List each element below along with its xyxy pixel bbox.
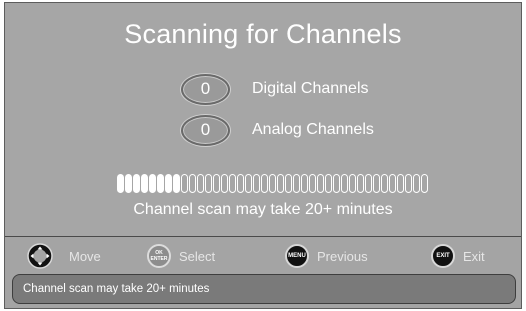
- hint-move-label: Move: [69, 248, 101, 264]
- analog-count-row: 0 Analog Channels: [181, 114, 374, 146]
- digital-count-label: Digital Channels: [252, 80, 369, 97]
- progress-segment-empty: [237, 174, 244, 193]
- progress-segment-empty: [269, 174, 276, 193]
- hint-previous-label: Previous: [317, 248, 368, 264]
- progress-segment-empty: [309, 174, 316, 193]
- hint-select: OK ENTER Select: [147, 243, 215, 269]
- digital-count-row: 0 Digital Channels: [181, 73, 369, 105]
- progress-segment-empty: [421, 174, 428, 193]
- progress-segment-empty: [389, 174, 396, 193]
- progress-segment-empty: [317, 174, 324, 193]
- ok-enter-button-icon: OK ENTER: [147, 244, 171, 268]
- analog-count-label: Analog Channels: [252, 121, 374, 138]
- progress-segment-empty: [285, 174, 292, 193]
- progress-segment-empty: [205, 174, 212, 193]
- scan-duration-note: Channel scan may take 20+ minutes: [133, 201, 393, 218]
- progress-segment-empty: [301, 174, 308, 193]
- dpad-icon: [27, 243, 53, 269]
- progress-segment-empty: [189, 174, 196, 193]
- info-bar: Channel scan may take 20+ minutes: [12, 274, 516, 304]
- scan-panel: Scanning for Channels 0 Digital Channels…: [5, 3, 521, 237]
- exit-button-icon: EXIT: [431, 244, 455, 268]
- progress-segment-filled: [165, 174, 172, 193]
- hint-exit: EXIT Exit: [431, 243, 485, 269]
- digital-count-value: 0: [181, 73, 230, 105]
- menu-button-icon: MENU: [285, 244, 309, 268]
- analog-count-value: 0: [181, 114, 230, 146]
- progress-segment-filled: [125, 174, 132, 193]
- progress-segment-empty: [341, 174, 348, 193]
- page-title: Scanning for Channels: [124, 19, 402, 49]
- progress-segment-filled: [157, 174, 164, 193]
- progress-segment-empty: [229, 174, 236, 193]
- progress-segment-empty: [357, 174, 364, 193]
- progress-segment-filled: [117, 174, 124, 193]
- progress-segment-empty: [197, 174, 204, 193]
- progress-segment-empty: [213, 174, 220, 193]
- progress-segment-empty: [293, 174, 300, 193]
- hint-exit-label: Exit: [463, 248, 485, 264]
- progress-segment-empty: [365, 174, 372, 193]
- progress-segment-empty: [181, 174, 188, 193]
- hint-previous: MENU Previous: [285, 243, 368, 269]
- progress-segment-empty: [245, 174, 252, 193]
- hint-select-label: Select: [179, 248, 216, 264]
- progress-segment-empty: [253, 174, 260, 193]
- progress-segment-filled: [173, 174, 180, 193]
- progress-segment-empty: [277, 174, 284, 193]
- progress-segment-empty: [405, 174, 412, 193]
- scan-progress-bar: [117, 174, 428, 193]
- progress-segment-empty: [349, 174, 356, 193]
- tv-screen: Scanning for Channels 0 Digital Channels…: [4, 2, 522, 309]
- progress-segment-empty: [397, 174, 404, 193]
- progress-segment-filled: [149, 174, 156, 193]
- progress-segment-empty: [381, 174, 388, 193]
- progress-segment-empty: [333, 174, 340, 193]
- progress-segment-filled: [133, 174, 140, 193]
- progress-segment-empty: [373, 174, 380, 193]
- hint-move: Move: [27, 243, 101, 269]
- progress-segment-empty: [221, 174, 228, 193]
- progress-segment-empty: [325, 174, 332, 193]
- progress-segment-empty: [413, 174, 420, 193]
- progress-segment-filled: [141, 174, 148, 193]
- footer-help-bar: Move OK ENTER Select MENU Previous EXIT …: [5, 237, 521, 308]
- progress-segment-empty: [261, 174, 268, 193]
